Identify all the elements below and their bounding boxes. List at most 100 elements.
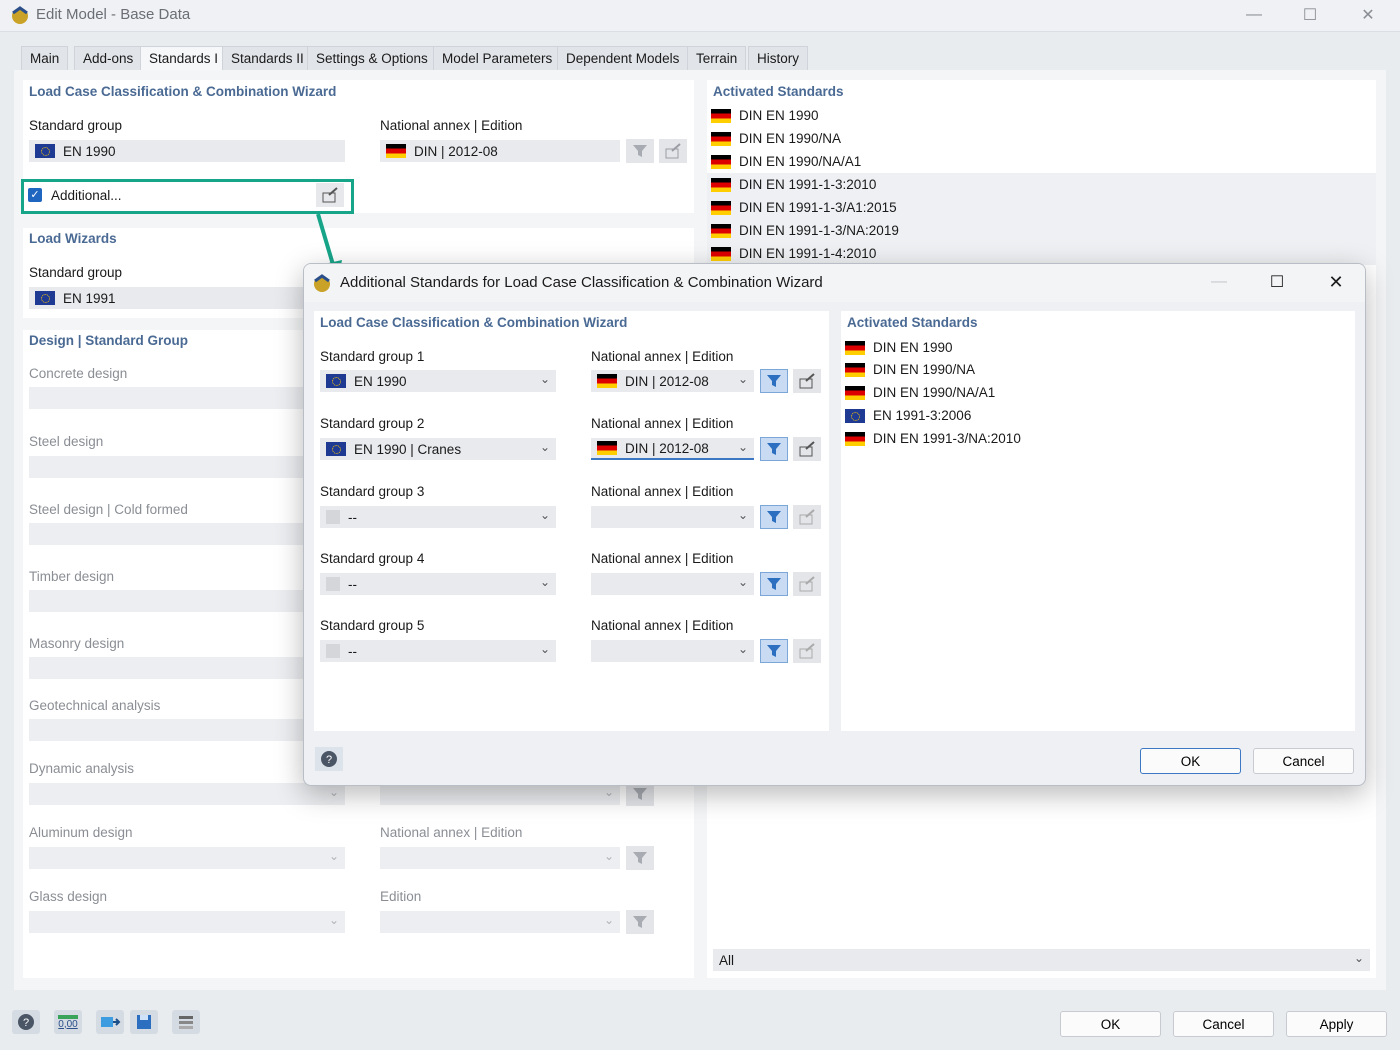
close-icon: ✕ xyxy=(1328,271,1344,292)
edit-icon xyxy=(799,373,815,389)
help-button[interactable]: ? xyxy=(12,1010,40,1034)
dialog-help-button[interactable]: ? xyxy=(315,747,343,771)
standard-group-5-select[interactable]: -- ⌄ xyxy=(320,640,556,662)
list-item[interactable]: DIN EN 1991-1-3/A1:2015 xyxy=(707,196,1376,219)
edit-2-button[interactable] xyxy=(793,437,821,461)
chevron-down-icon: ⌄ xyxy=(603,913,614,927)
standard-group-3-select[interactable]: -- ⌄ xyxy=(320,506,556,528)
filter-button[interactable] xyxy=(626,139,654,163)
annex-2-select[interactable]: DIN | 2012-08 ⌄ xyxy=(591,438,754,460)
edit-4-button[interactable] xyxy=(793,572,821,596)
annex-select[interactable]: DIN | 2012-08 xyxy=(380,140,620,162)
maximize-button[interactable]: ☐ xyxy=(1288,4,1332,26)
standard-group-2-label: Standard group 2 xyxy=(320,416,425,431)
dynamic-annex-select[interactable]: ⌄ xyxy=(380,783,620,805)
standard-group-select[interactable]: EN 1990 xyxy=(29,140,345,162)
de-flag-icon xyxy=(711,131,731,146)
standards-filter-select[interactable]: All ⌄ xyxy=(713,949,1370,971)
list-item[interactable]: DIN EN 1990 xyxy=(707,104,1376,127)
save-button[interactable] xyxy=(130,1010,158,1034)
aluminum-design-select[interactable]: ⌄ xyxy=(29,847,345,869)
glass-design-select[interactable]: ⌄ xyxy=(29,911,345,933)
edit-1-button[interactable] xyxy=(793,369,821,393)
tab-standards-i[interactable]: Standards I xyxy=(140,46,228,70)
list-item[interactable]: DIN EN 1991-1-4:2010 xyxy=(707,242,1376,265)
filter-4-button[interactable] xyxy=(760,572,788,596)
tab-history[interactable]: History xyxy=(748,46,809,70)
steel-design-select[interactable] xyxy=(29,456,345,478)
tab-add-ons[interactable]: Add-ons xyxy=(74,46,143,70)
dialog-close-button[interactable]: ✕ xyxy=(1314,271,1358,293)
library-button[interactable] xyxy=(172,1010,200,1034)
standard-group-1-select[interactable]: EN 1990 ⌄ xyxy=(320,370,556,392)
load-wizards-group-select[interactable]: EN 1991 xyxy=(29,287,345,309)
list-item[interactable]: DIN EN 1991-3/NA:2010 xyxy=(841,427,1355,450)
filter-icon xyxy=(633,145,647,157)
close-button[interactable]: ✕ xyxy=(1346,4,1390,26)
list-item[interactable]: DIN EN 1990 xyxy=(841,336,1355,359)
edit-3-button[interactable] xyxy=(793,505,821,529)
tab-terrain[interactable]: Terrain xyxy=(687,46,747,70)
additional-highlight xyxy=(21,179,354,214)
annex-2-value: DIN | 2012-08 xyxy=(625,440,709,456)
filter-icon xyxy=(767,375,781,387)
list-item[interactable]: EN 1991-3:2006 xyxy=(841,404,1355,427)
de-flag-icon xyxy=(386,144,406,158)
masonry-design-select[interactable] xyxy=(29,657,345,679)
filter-1-button[interactable] xyxy=(760,369,788,393)
tab-main[interactable]: Main xyxy=(21,46,69,70)
tab-settings-options[interactable]: Settings & Options xyxy=(307,46,437,70)
list-item[interactable]: DIN EN 1990/NA xyxy=(707,127,1376,150)
filter-3-button[interactable] xyxy=(760,505,788,529)
aluminum-design-label: Aluminum design xyxy=(29,825,133,840)
steel-design-label: Steel design xyxy=(29,434,104,449)
annex-4-select[interactable]: ⌄ xyxy=(591,573,754,595)
standard-group-4-select[interactable]: -- ⌄ xyxy=(320,573,556,595)
filter-5-button[interactable] xyxy=(760,639,788,663)
geotechnical-select[interactable] xyxy=(29,719,345,741)
units-button[interactable]: 0,00 xyxy=(54,1010,82,1034)
timber-design-select[interactable] xyxy=(29,590,345,612)
cold-formed-select[interactable] xyxy=(29,523,345,545)
dialog-ok-button[interactable]: OK xyxy=(1140,748,1241,774)
list-item[interactable]: DIN EN 1991-1-3/NA:2019 xyxy=(707,219,1376,242)
dialog-title: Additional Standards for Load Case Class… xyxy=(340,274,823,291)
dialog-cancel-button[interactable]: Cancel xyxy=(1253,748,1354,774)
annex-1-select[interactable]: DIN | 2012-08 ⌄ xyxy=(591,370,754,392)
timber-design-label: Timber design xyxy=(29,569,115,584)
apply-button[interactable]: Apply xyxy=(1286,1011,1387,1037)
dialog-maximize-button[interactable]: ☐ xyxy=(1255,271,1299,293)
minimize-button[interactable]: — xyxy=(1232,4,1276,26)
concrete-design-select[interactable] xyxy=(29,387,345,409)
chevron-down-icon: ⌄ xyxy=(539,372,550,386)
de-flag-icon xyxy=(845,362,865,377)
aluminum-filter-button[interactable] xyxy=(626,846,654,870)
filter-icon xyxy=(767,645,781,657)
de-flag-icon xyxy=(711,246,731,261)
annex-5-select[interactable]: ⌄ xyxy=(591,640,754,662)
standard-group-1-label: Standard group 1 xyxy=(320,349,425,364)
aluminum-annex-select[interactable]: ⌄ xyxy=(380,847,620,869)
filter-icon xyxy=(767,443,781,455)
tab-standards-ii[interactable]: Standards II xyxy=(222,46,313,70)
ok-button[interactable]: OK xyxy=(1060,1011,1161,1037)
filter-2-button[interactable] xyxy=(760,437,788,461)
dynamic-analysis-select[interactable]: ⌄ xyxy=(29,783,345,805)
edit-standard-button[interactable] xyxy=(659,139,687,163)
model-export-button[interactable] xyxy=(96,1010,124,1034)
list-item[interactable]: DIN EN 1991-1-3:2010 xyxy=(707,173,1376,196)
glass-edition-select[interactable]: ⌄ xyxy=(380,911,620,933)
tab-dependent-models[interactable]: Dependent Models xyxy=(557,46,689,70)
annex-3-select[interactable]: ⌄ xyxy=(591,506,754,528)
de-flag-icon xyxy=(711,154,731,169)
glass-filter-button[interactable] xyxy=(626,910,654,934)
edit-5-button[interactable] xyxy=(793,639,821,663)
list-item[interactable]: DIN EN 1990/NA/A1 xyxy=(707,150,1376,173)
standard-group-5-label: Standard group 5 xyxy=(320,618,425,633)
cancel-button[interactable]: Cancel xyxy=(1173,1011,1274,1037)
list-item[interactable]: DIN EN 1990/NA xyxy=(841,358,1355,381)
standard-group-2-select[interactable]: EN 1990 | Cranes ⌄ xyxy=(320,438,556,460)
list-item[interactable]: DIN EN 1990/NA/A1 xyxy=(841,381,1355,404)
dialog-minimize-button[interactable]: — xyxy=(1197,271,1241,293)
tab-model-parameters[interactable]: Model Parameters xyxy=(433,46,562,70)
